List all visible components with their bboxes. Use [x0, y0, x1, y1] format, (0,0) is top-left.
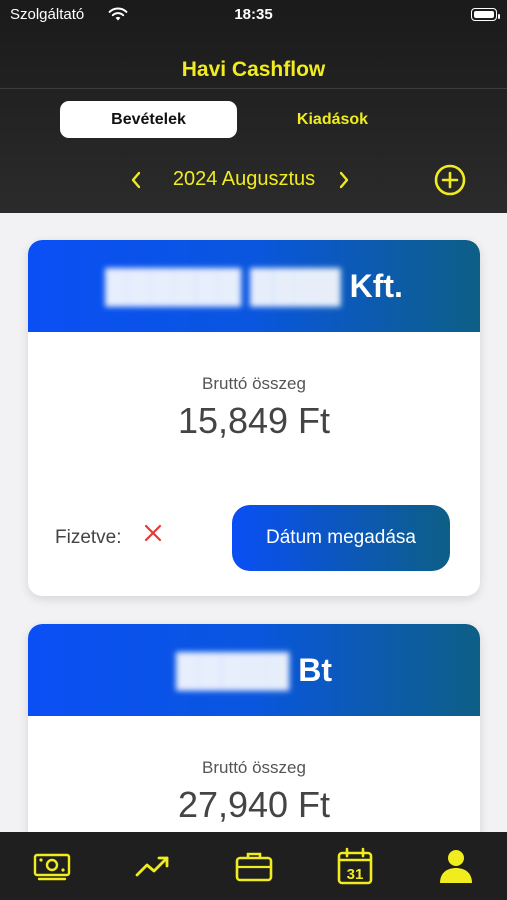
trend-up-icon[interactable]	[131, 846, 175, 886]
invoice-card: █████ Bt Bruttó összeg 27,940 Ft	[28, 624, 480, 832]
gross-amount-value: 27,940 Ft	[177, 784, 331, 825]
company-name: █████ Bt	[28, 652, 480, 689]
briefcase-icon[interactable]	[232, 846, 276, 886]
gross-amount-value: 15,849 Ft	[177, 400, 331, 441]
battery-icon	[471, 8, 500, 21]
invoice-list[interactable]: ██████ ████ Kft. Bruttó összeg 15,849 Ft…	[0, 213, 507, 832]
paid-label: Fizetve:	[55, 527, 122, 548]
invoice-card: ██████ ████ Kft. Bruttó összeg 15,849 Ft…	[28, 240, 480, 596]
company-suffix: Kft.	[349, 268, 403, 304]
month-selector: 2024 Augusztus	[0, 164, 507, 196]
company-name-redacted: █████	[175, 652, 290, 688]
current-month: 2024 Augusztus	[172, 168, 316, 190]
card-banner: ██████ ████ Kft.	[28, 240, 480, 332]
bottom-tab-bar: 31	[0, 832, 507, 900]
gross-amount-label: Bruttó összeg	[202, 374, 306, 393]
page-title: Havi Cashflow	[181, 58, 326, 81]
company-name-redacted: ██████ ████	[105, 268, 341, 304]
close-icon	[143, 523, 163, 543]
app-header: Szolgáltató 18:35 Havi Cashflow Bevétele…	[0, 0, 507, 213]
money-icon[interactable]	[30, 846, 74, 886]
calendar-day: 31	[347, 866, 364, 883]
tab-income[interactable]: Bevételek	[60, 101, 237, 138]
chevron-right-icon[interactable]	[332, 164, 356, 196]
card-banner: █████ Bt	[28, 624, 480, 716]
gross-amount-label: Bruttó összeg	[202, 758, 306, 777]
status-bar: Szolgáltató 18:35	[10, 6, 500, 26]
company-suffix: Bt	[298, 652, 332, 688]
set-date-button[interactable]: Dátum megadása	[232, 505, 450, 571]
header-divider	[0, 88, 507, 89]
payment-row: Fizetve: Dátum megadása	[28, 505, 480, 571]
chevron-left-icon[interactable]	[124, 164, 148, 196]
plus-circle-icon[interactable]	[434, 164, 466, 196]
calendar-icon[interactable]: 31	[333, 846, 377, 886]
clock-time: 18:35	[234, 6, 273, 23]
person-icon[interactable]	[434, 846, 478, 886]
tab-expenses[interactable]: Kiadások	[244, 101, 421, 138]
company-name: ██████ ████ Kft.	[28, 268, 480, 305]
